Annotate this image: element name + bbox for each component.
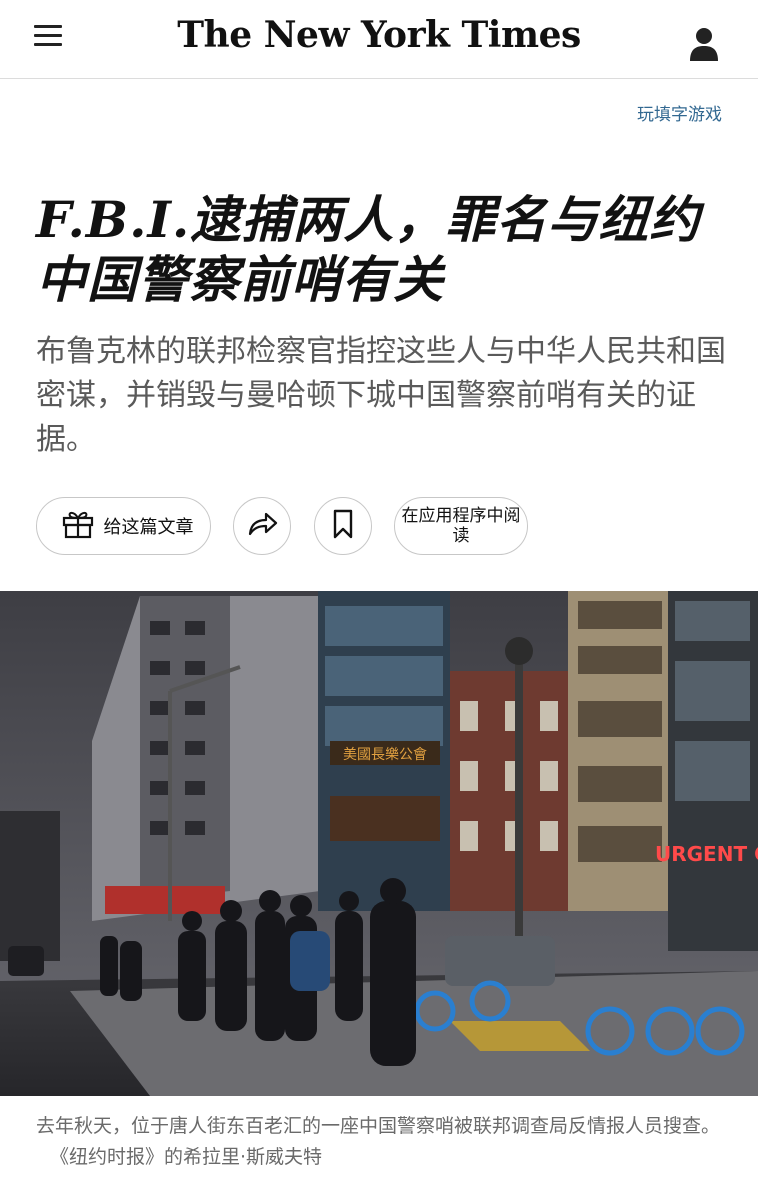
user-account-icon[interactable]	[688, 25, 720, 63]
gift-icon	[62, 509, 94, 543]
share-arrow-icon	[246, 511, 278, 541]
article-headline: F.B.I.逮捕两人，罪名与纽约中国警察前哨有关	[36, 190, 701, 309]
photo-caption: 去年秋天，位于唐人街东百老汇的一座中国警察哨被联邦调查局反情报人员搜查。《纽约时…	[36, 1111, 726, 1173]
read-in-app-label: 在应用程序中阅读	[401, 506, 521, 546]
top-navigation-bar: The New York Times	[0, 0, 758, 79]
svg-text:美國長樂公會: 美國長樂公會	[343, 746, 427, 763]
article-summary: 布鲁克林的联邦检察官指控这些人与中华人民共和国密谋，并销毁与曼哈顿下城中国警察前…	[36, 334, 726, 457]
save-bookmark-button[interactable]	[314, 497, 372, 555]
nyt-logo[interactable]: The New York Times	[0, 14, 758, 56]
bookmark-icon	[332, 509, 354, 543]
share-button[interactable]	[233, 497, 291, 555]
play-crossword-link[interactable]: 玩填字游戏	[637, 100, 722, 125]
urgent-care-sign: URGENT CAR	[655, 842, 758, 866]
article-photo: 美國長樂公會 URGENT CAR	[0, 591, 758, 1096]
gift-article-label: 给这篇文章	[103, 517, 194, 538]
read-in-app-button[interactable]: 在应用程序中阅读	[394, 497, 528, 555]
caption-text: 去年秋天，位于唐人街东百老汇的一座中国警察哨被联邦调查局反情报人员搜查。	[36, 1115, 721, 1137]
photo-credit: 《纽约时报》的希拉里·斯威夫特	[50, 1146, 323, 1168]
gift-article-button[interactable]: 给这篇文章	[36, 497, 211, 555]
